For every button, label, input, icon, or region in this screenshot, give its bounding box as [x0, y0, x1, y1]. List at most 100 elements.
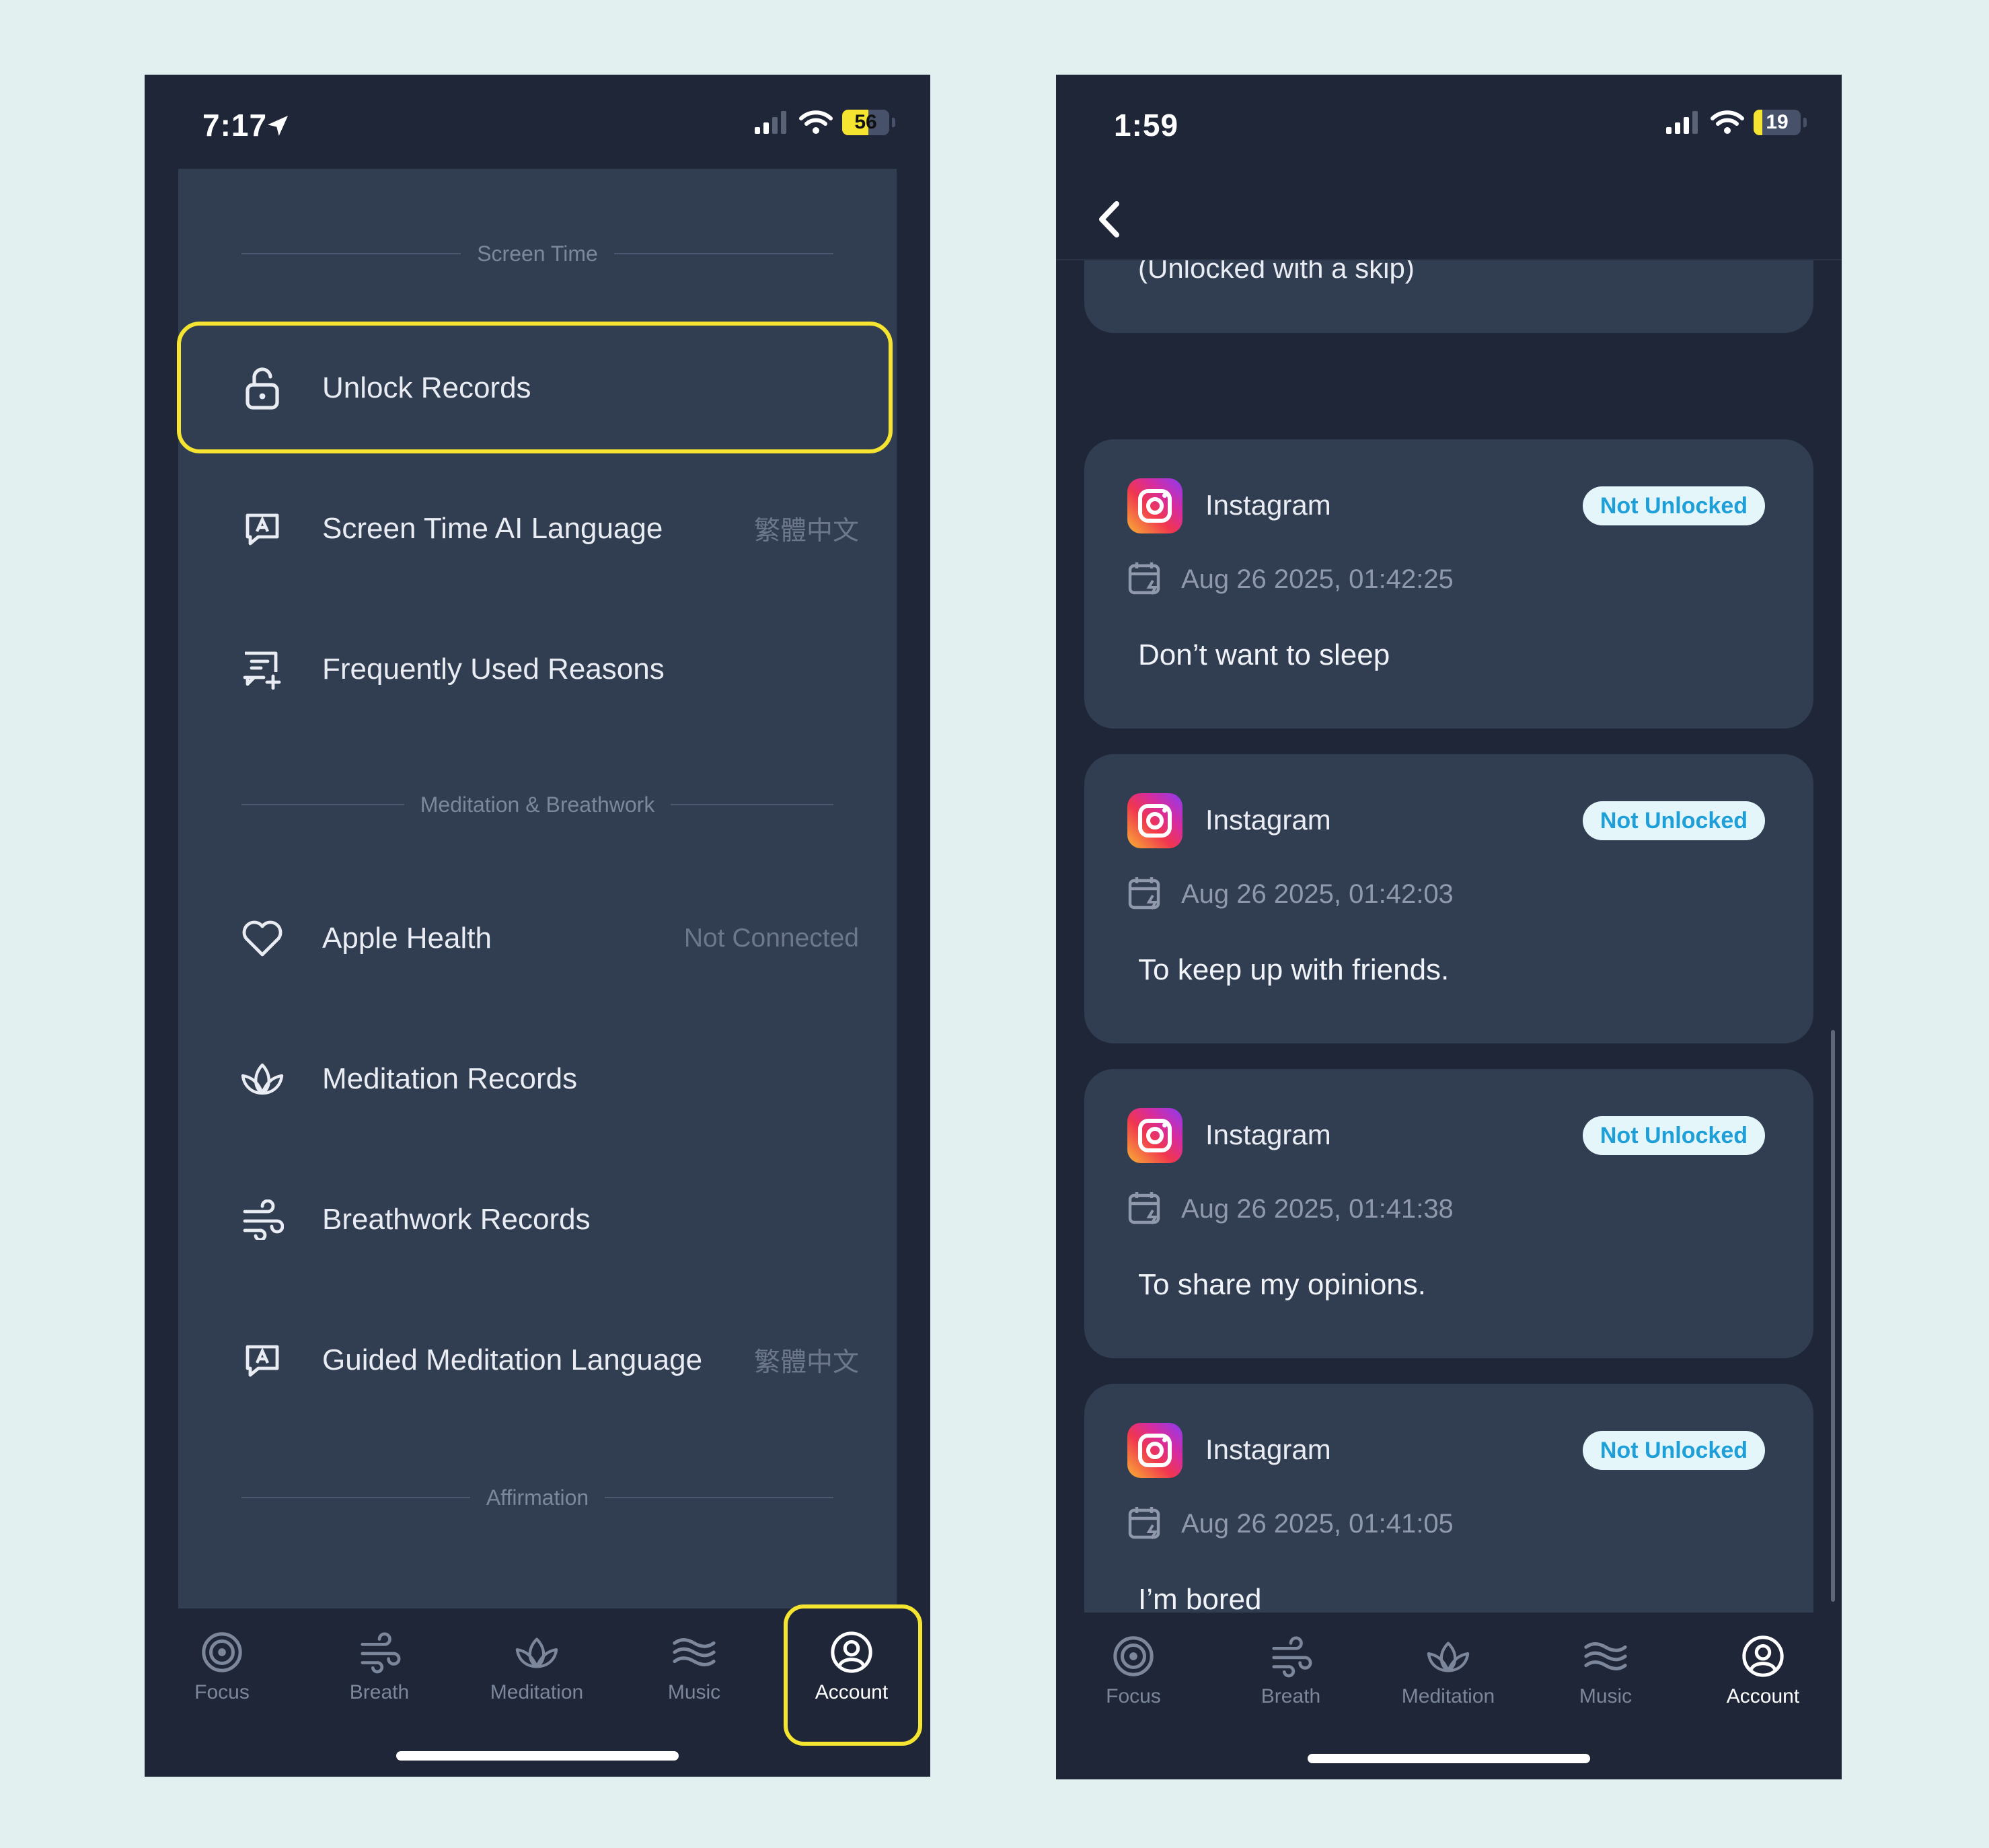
account-icon	[1742, 1635, 1784, 1677]
row-screen-time-ai-language[interactable]: Screen Time AI Language 繁體中文	[178, 459, 897, 598]
records-list[interactable]: (Unlocked with a skip) Instagram Not Unl…	[1056, 260, 1842, 1613]
lotus-icon	[1427, 1641, 1470, 1672]
record-reason: To share my opinions.	[1138, 1268, 1426, 1301]
tab-label: Focus	[194, 1681, 250, 1703]
tab-breath[interactable]: Breath	[1224, 1626, 1358, 1727]
cellular-signal-icon	[755, 111, 786, 134]
record-time: Aug 26 2025, 01:42:25	[1181, 564, 1454, 594]
app-name: Instagram	[1205, 1119, 1331, 1150]
row-label: Breathwork Records	[322, 1203, 591, 1236]
wifi-icon	[799, 110, 833, 134]
section-header-screen-time: Screen Time	[241, 240, 833, 267]
instagram-icon	[1127, 478, 1183, 533]
target-icon	[202, 1632, 242, 1672]
record-note: (Unlocked with a skip)	[1138, 260, 1415, 284]
tab-meditation[interactable]: Meditation	[1381, 1626, 1515, 1727]
wind-icon	[1272, 1636, 1312, 1678]
calendar-icon	[1128, 1507, 1160, 1540]
tab-focus[interactable]: Focus	[1066, 1626, 1201, 1727]
status-badge: Not Unlocked	[1582, 801, 1765, 840]
unlock-records-screen: 1:59 19 (Unlocked with a skip) Instagram…	[1056, 75, 1842, 1779]
target-icon	[1113, 1636, 1154, 1676]
app-name: Instagram	[1205, 804, 1331, 836]
record-reason: I’m bored	[1138, 1583, 1262, 1613]
row-value: 繁體中文	[753, 517, 859, 546]
record-time: Aug 26 2025, 01:42:03	[1181, 879, 1454, 909]
tab-meditation[interactable]: Meditation	[470, 1622, 604, 1723]
calendar-icon	[1128, 562, 1160, 595]
row-label: Guided Meditation Language	[322, 1343, 703, 1376]
wifi-icon	[1711, 110, 1744, 134]
tab-bar: Focus Breath Meditation Music Account	[1056, 1613, 1842, 1779]
row-label: Meditation Records	[322, 1062, 578, 1095]
instagram-icon	[1127, 1423, 1183, 1478]
row-apple-health[interactable]: Apple Health Not Connected	[178, 869, 897, 1008]
tab-music[interactable]: Music	[627, 1622, 761, 1723]
record-reason: To keep up with friends.	[1138, 953, 1450, 986]
home-indicator	[1308, 1754, 1590, 1763]
row-frequently-used-reasons[interactable]: Frequently Used Reasons	[178, 600, 897, 739]
tab-focus[interactable]: Focus	[155, 1622, 289, 1723]
cellular-signal-icon	[1666, 111, 1698, 134]
status-time: 7:17	[202, 108, 268, 143]
settings-screen: 7:17 56 Screen Time Unlock Records Scree…	[145, 75, 930, 1777]
row-label: Frequently Used Reasons	[322, 653, 665, 686]
row-value: Not Connected	[683, 924, 859, 953]
highlight-outline	[177, 322, 893, 453]
app-name: Instagram	[1205, 489, 1331, 521]
battery-indicator: 19	[1754, 110, 1801, 135]
tab-account[interactable]: Account	[1696, 1626, 1830, 1727]
record-time: Aug 26 2025, 01:41:05	[1181, 1509, 1454, 1539]
location-arrow-icon	[268, 116, 288, 136]
nav-bar	[1056, 176, 1842, 260]
tab-highlight-outline	[784, 1604, 922, 1746]
record-card[interactable]: Instagram Not Unlocked Aug 26 2025, 01:4…	[1084, 1384, 1813, 1613]
row-guided-meditation-language[interactable]: Guided Meditation Language 繁體中文	[178, 1291, 897, 1430]
tab-label: Focus	[1106, 1685, 1161, 1707]
section-header-meditation-breathwork: Meditation & Breathwork	[241, 791, 834, 818]
record-time: Aug 26 2025, 01:41:38	[1181, 1194, 1454, 1224]
waves-icon	[1584, 1642, 1627, 1670]
section-header-affirmation: Affirmation	[241, 1484, 834, 1511]
status-badge: Not Unlocked	[1582, 1431, 1765, 1470]
record-card[interactable]: Instagram Not Unlocked Aug 26 2025, 01:4…	[1084, 754, 1813, 1043]
status-time: 1:59	[1114, 108, 1179, 143]
tab-label: Breath	[349, 1681, 410, 1703]
lotus-icon	[240, 1057, 285, 1101]
lotus-icon	[515, 1637, 558, 1668]
scrollbar[interactable]	[1831, 1030, 1835, 1602]
tab-label: Music	[667, 1681, 721, 1703]
instagram-icon	[1127, 793, 1183, 848]
tab-label: Breath	[1261, 1685, 1321, 1707]
waves-icon	[673, 1638, 716, 1666]
wind-icon	[240, 1197, 285, 1242]
message-plus-icon	[240, 647, 285, 692]
battery-level: 19	[1766, 111, 1789, 133]
tab-label: Meditation	[1401, 1685, 1495, 1707]
row-label: Screen Time AI Language	[322, 512, 663, 545]
instagram-icon	[1127, 1108, 1183, 1163]
calendar-icon	[1128, 877, 1160, 910]
record-card[interactable]: Instagram Not Unlocked Aug 26 2025, 01:4…	[1084, 439, 1813, 729]
row-meditation-records[interactable]: Meditation Records	[178, 1010, 897, 1148]
tab-bar: Focus Breath Meditation Music Account	[145, 1604, 930, 1777]
row-value: 繁體中文	[753, 1348, 859, 1377]
status-badge: Not Unlocked	[1582, 486, 1765, 525]
language-icon	[240, 507, 285, 551]
row-breathwork-records[interactable]: Breathwork Records	[178, 1150, 897, 1289]
record-card-partial: (Unlocked with a skip)	[1084, 260, 1813, 333]
row-label: Apple Health	[322, 922, 492, 955]
settings-panel: Screen Time Unlock Records Screen Time A…	[177, 169, 897, 1683]
tab-label: Music	[1579, 1685, 1633, 1707]
home-indicator	[396, 1751, 679, 1761]
record-card[interactable]: Instagram Not Unlocked Aug 26 2025, 01:4…	[1084, 1069, 1813, 1358]
back-chevron-icon[interactable]	[1090, 196, 1130, 243]
record-reason: Don’t want to sleep	[1138, 638, 1390, 671]
status-bar: 1:59 19	[1056, 75, 1842, 176]
tab-label: Meditation	[490, 1681, 584, 1703]
language-icon	[240, 1338, 285, 1382]
tab-music[interactable]: Music	[1538, 1626, 1673, 1727]
heart-icon	[240, 916, 285, 961]
section-title: Meditation & Breathwork	[420, 792, 655, 817]
tab-breath[interactable]: Breath	[312, 1622, 447, 1723]
